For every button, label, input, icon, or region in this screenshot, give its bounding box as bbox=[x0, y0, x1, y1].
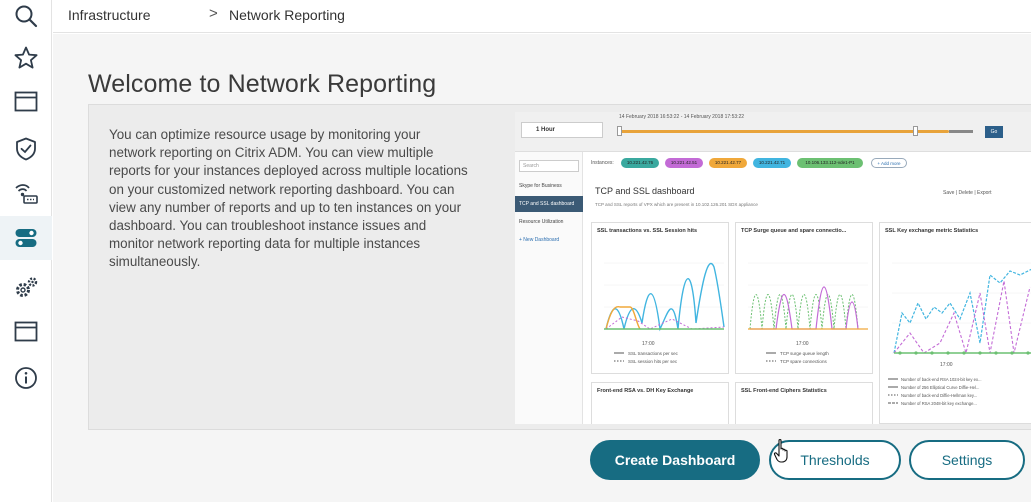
preview-time-select: 1 Hour bbox=[521, 122, 603, 138]
preview-nav-item: Skype for Business bbox=[519, 183, 562, 189]
breadcrumb-current: Network Reporting bbox=[229, 7, 345, 23]
preview-instances-label: Instances: bbox=[591, 160, 614, 166]
preview-legend-item: TCP spare connections bbox=[780, 359, 827, 364]
preview-slider-knob-start bbox=[617, 126, 622, 136]
main-content: Welcome to Network Reporting You can opt… bbox=[53, 34, 1031, 502]
preview-chart-card: TCP Surge queue and spare connectio... 1… bbox=[735, 222, 873, 374]
preview-legend-item: SSL transactions per sec bbox=[628, 351, 679, 356]
gears-icon bbox=[16, 277, 38, 297]
preview-time-slider bbox=[619, 130, 949, 133]
preview-go-button: Go bbox=[985, 126, 1003, 138]
preview-legend-item: TCP surge queue length bbox=[780, 351, 829, 356]
dashboard-preview-image: 1 Hour 14 February 2018 16:53:22 - 14 Fe… bbox=[515, 112, 1031, 424]
toggle-icon bbox=[15, 229, 37, 247]
preview-time-range: 14 February 2018 16:53:22 - 14 February … bbox=[619, 114, 745, 120]
sidebar-item-settings[interactable] bbox=[0, 266, 52, 310]
preview-dashboard-subtitle: TCP and SSL reports of VPX which are pre… bbox=[595, 202, 758, 207]
window-icon bbox=[14, 91, 38, 112]
preview-chart-card: SSL transactions vs. SSL Session hits 17… bbox=[591, 222, 729, 374]
preview-instance-chip: 10.221.42.71 bbox=[753, 158, 791, 168]
preview-instance-chip: 10.221.42.77 bbox=[709, 158, 747, 168]
preview-chart-plot: 17:00 Number of back-end RSA 1024-bit ke… bbox=[888, 262, 1031, 406]
window-icon bbox=[14, 321, 38, 342]
breadcrumb: Infrastructure > Network Reporting bbox=[53, 0, 1031, 33]
hand-cursor-icon bbox=[773, 438, 788, 463]
preview-dashboard-title: TCP and SSL dashboard bbox=[595, 186, 695, 196]
preview-chart-card: SSL Front-end Ciphers Statistics bbox=[735, 382, 873, 424]
preview-chart-tick: 17:00 bbox=[940, 362, 953, 368]
welcome-description: You can optimize resource usage by monit… bbox=[109, 127, 468, 270]
preview-instance-chip: 10.106.133.112-vde1-P1 bbox=[797, 158, 863, 168]
preview-chart-plot: 17:00 TCP surge queue length TCP spare c… bbox=[748, 262, 868, 364]
preview-nav-item: Resource Utilization bbox=[519, 219, 564, 225]
preview-chart-card: SSL Key exchange metric Statistics 17:00… bbox=[879, 222, 1031, 424]
preview-legend-item: SSL session hits per sec bbox=[628, 359, 678, 364]
network-icon bbox=[15, 184, 38, 204]
preview-nav-item-selected: TCP and SSL dashboard bbox=[515, 196, 583, 212]
preview-nav-add: + New Dashboard bbox=[519, 237, 560, 243]
preview-chart-tick: 17:00 bbox=[642, 341, 655, 347]
sidebar-item-favorites[interactable] bbox=[0, 36, 52, 80]
sidebar-item-network[interactable] bbox=[0, 171, 52, 215]
preview-toolbar: 1 Hour 14 February 2018 16:53:22 - 14 Fe… bbox=[515, 112, 1031, 152]
sidebar-item-security[interactable] bbox=[0, 127, 52, 171]
sidebar-item-orchestration[interactable] bbox=[0, 310, 52, 354]
sidebar-item-about[interactable] bbox=[0, 356, 52, 400]
star-icon bbox=[14, 46, 38, 69]
preview-chart-title: Front-end RSA vs. DH Key Exchange bbox=[597, 388, 694, 394]
info-icon bbox=[15, 367, 37, 389]
preview-legend-item: Number of back-end RSA 1024-bit key ex..… bbox=[901, 377, 982, 382]
preview-chart-plot: 17:00 SSL transactions per sec SSL sessi… bbox=[604, 262, 725, 364]
page-title: Welcome to Network Reporting bbox=[88, 70, 437, 98]
preview-legend-item: Number of 256 Elliptical Curve Diffie-He… bbox=[901, 385, 979, 390]
search-icon bbox=[15, 5, 38, 28]
preview-time-slider-end bbox=[949, 130, 973, 133]
preview-legend-item: Number of RSA 2048-bit key exchange... bbox=[901, 401, 977, 406]
preview-add-more: + Add more bbox=[871, 158, 907, 168]
preview-sidebar: Search Skype for Business TCP and SSL da… bbox=[515, 152, 583, 424]
breadcrumb-infrastructure[interactable]: Infrastructure bbox=[68, 7, 150, 23]
preview-chart-tick: 17:00 bbox=[796, 341, 809, 347]
preview-chart-title: SSL Front-end Ciphers Statistics bbox=[741, 388, 827, 394]
sidebar bbox=[0, 0, 52, 502]
settings-button[interactable]: Settings bbox=[909, 440, 1025, 480]
preview-search: Search bbox=[519, 160, 579, 172]
sidebar-item-analytics[interactable] bbox=[0, 216, 52, 260]
preview-instance-chip: 10.221.42.76 bbox=[621, 158, 659, 168]
sidebar-item-applications[interactable] bbox=[0, 80, 52, 124]
sidebar-item-search[interactable] bbox=[0, 0, 52, 38]
preview-instance-chip: 10.221.42.51 bbox=[665, 158, 703, 168]
breadcrumb-separator: > bbox=[209, 5, 218, 22]
shield-check-icon bbox=[16, 137, 36, 161]
preview-legend-item: Number of back-end Diffie-Hellman key... bbox=[901, 393, 977, 398]
preview-slider-knob-end bbox=[913, 126, 918, 136]
preview-dashboard-actions: Save | Delete | Export bbox=[943, 190, 992, 196]
welcome-panel: You can optimize resource usage by monit… bbox=[88, 104, 1031, 430]
preview-chart-card: Front-end RSA vs. DH Key Exchange bbox=[591, 382, 729, 424]
create-dashboard-button[interactable]: Create Dashboard bbox=[590, 440, 760, 480]
